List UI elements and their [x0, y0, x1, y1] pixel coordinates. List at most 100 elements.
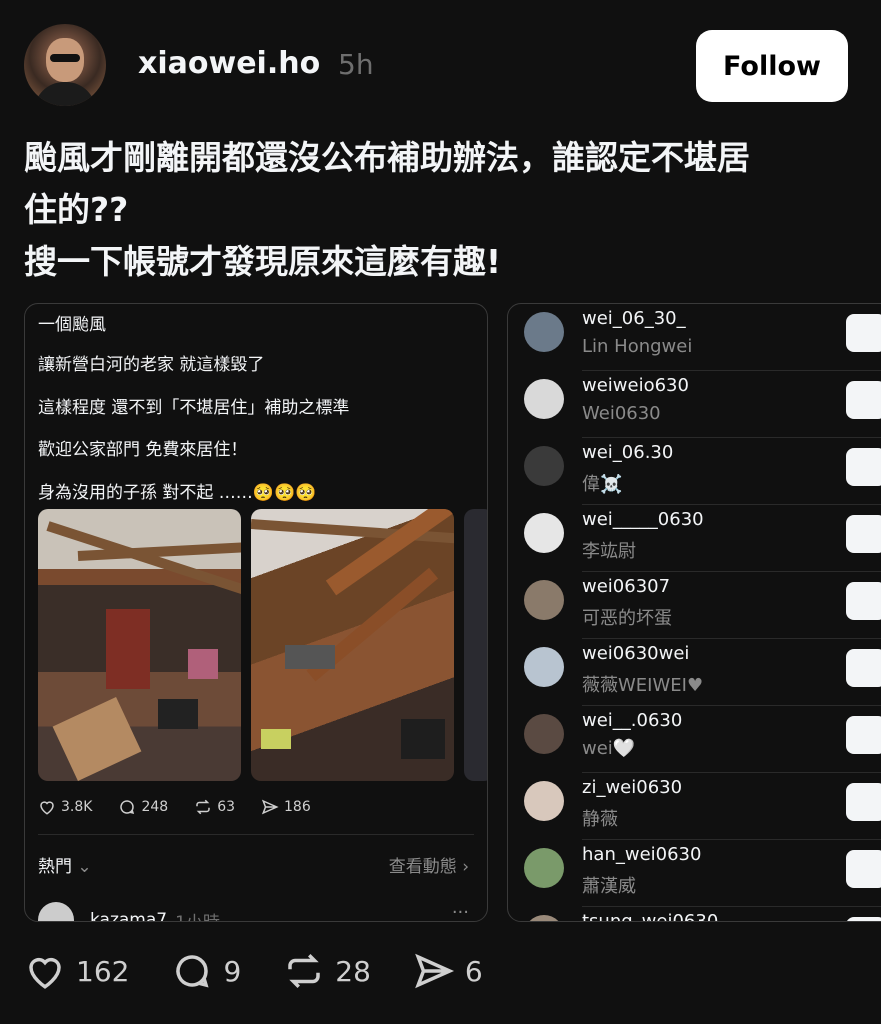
- account-avatar[interactable]: [524, 915, 564, 921]
- account-avatar[interactable]: [524, 580, 564, 620]
- damage-photo-1[interactable]: [38, 509, 241, 781]
- account-handle: wei_____0630: [582, 509, 704, 530]
- account-avatar[interactable]: [524, 513, 564, 553]
- post-line: 搜一下帳號才發現原來這麼有趣!: [24, 242, 502, 281]
- follow-button[interactable]: Follow: [696, 30, 848, 102]
- repost-count: 28: [335, 954, 371, 988]
- photo-debris: [285, 645, 335, 669]
- comment-icon: [120, 800, 135, 815]
- account-follow-button[interactable]: [846, 515, 881, 553]
- comment-button[interactable]: 9: [171, 950, 241, 992]
- photo-debris: [158, 699, 198, 729]
- embedded-post-line: 讓新營白河的老家 就這樣毀了: [38, 355, 265, 375]
- avatar-shirt: [34, 82, 96, 106]
- embedded-post-line: 歡迎公家部門 免費來居住！: [38, 440, 248, 460]
- embedded-like-button[interactable]: 3.8K: [38, 798, 92, 816]
- account-avatar[interactable]: [524, 781, 564, 821]
- account-avatar[interactable]: [524, 647, 564, 687]
- damage-photo-2[interactable]: [251, 509, 454, 781]
- post-time: 5h: [338, 48, 374, 81]
- account-follow-button[interactable]: [846, 314, 881, 352]
- account-display-name: wei🤍: [582, 738, 636, 759]
- account-avatar[interactable]: [524, 714, 564, 754]
- embedded-post-stats: 3.8K 248 63 186: [38, 798, 337, 816]
- account-follow-button[interactable]: [846, 381, 881, 419]
- embedded-comment-button[interactable]: 248: [118, 798, 168, 816]
- commenter-username: kazama7: [90, 910, 168, 922]
- divider: [38, 834, 474, 835]
- account-row[interactable]: weiweio630 Wei0630: [508, 371, 881, 438]
- account-follow-button[interactable]: [846, 448, 881, 486]
- account-follow-button[interactable]: [846, 716, 881, 754]
- account-row[interactable]: wei__.0630 wei🤍: [508, 706, 881, 773]
- account-row[interactable]: wei_06.30 偉☠️: [508, 438, 881, 505]
- sort-dropdown[interactable]: 熱門 ⌄: [38, 852, 92, 877]
- embedded-repost-button[interactable]: 63: [194, 798, 235, 816]
- account-display-name: 薇薇WEIWEI♥: [582, 675, 704, 696]
- account-avatar[interactable]: [524, 446, 564, 486]
- account-follow-button[interactable]: [846, 649, 881, 687]
- more-options-icon[interactable]: ···: [452, 902, 469, 921]
- avatar-sunglasses: [50, 54, 80, 62]
- view-activity-link[interactable]: 查看動態 ›: [389, 852, 469, 877]
- account-follow-button[interactable]: [846, 917, 881, 921]
- account-display-name: 静薇: [582, 809, 618, 830]
- embedded-post-line: 身為沒用的子孫 對不起 ……🥺🥺🥺: [38, 483, 317, 503]
- account-display-name: Lin Hongwei: [582, 336, 693, 357]
- heart-icon: [40, 801, 54, 815]
- post-line: 住的??: [24, 190, 129, 229]
- account-avatar[interactable]: [524, 848, 564, 888]
- share-count: 6: [464, 954, 483, 988]
- account-follow-button[interactable]: [846, 582, 881, 620]
- account-search-results: wei_06_30_ Lin Hongwei weiweio630 Wei0630 we…: [507, 303, 881, 922]
- account-follow-button[interactable]: [846, 850, 881, 888]
- photo-beam: [325, 509, 454, 596]
- embedded-repost-count: 63: [217, 799, 236, 815]
- account-display-name: 蕭漢威: [582, 876, 636, 897]
- account-handle: wei_06_30_: [582, 308, 686, 329]
- author-avatar[interactable]: [24, 24, 106, 106]
- account-handle: tsung_wei0630: [582, 911, 719, 922]
- photo-debris: [261, 729, 291, 749]
- post-line: 颱風才剛離開都還沒公布補助辦法，誰認定不堪居: [24, 138, 750, 177]
- damage-photo-3[interactable]: [464, 509, 487, 781]
- chevron-right-icon: ›: [462, 857, 469, 877]
- view-activity-label: 查看動態: [388, 857, 457, 877]
- account-row[interactable]: wei06307 可恶的坏蛋: [508, 572, 881, 639]
- account-handle: wei0630wei: [582, 643, 690, 664]
- account-handle: han_wei0630: [582, 844, 702, 865]
- repost-icon: [288, 954, 321, 988]
- account-row[interactable]: wei_____0630 李竑尉: [508, 505, 881, 572]
- post-actions: 162 9 28 6: [24, 950, 525, 992]
- embedded-post-line: 這樣程度 還不到「不堪居住」補助之標準: [38, 398, 350, 418]
- like-button[interactable]: 162: [24, 950, 129, 992]
- comment-preview[interactable]: kazama7 1小時: [38, 902, 220, 922]
- comment-icon: [176, 955, 210, 988]
- account-row[interactable]: wei_06_30_ Lin Hongwei: [508, 304, 881, 371]
- commenter-avatar: [38, 902, 74, 921]
- photo-debris: [401, 719, 445, 759]
- account-display-name: 可恶的坏蛋: [582, 608, 672, 629]
- repost-button[interactable]: 28: [283, 950, 371, 992]
- send-icon: [415, 953, 454, 989]
- send-icon: [261, 799, 279, 815]
- embedded-share-button[interactable]: 186: [261, 798, 311, 816]
- like-count: 162: [76, 954, 130, 988]
- embedded-like-count: 3.8K: [61, 799, 93, 815]
- share-button[interactable]: 6: [413, 950, 483, 992]
- author-username[interactable]: xiaowei.ho: [138, 46, 320, 81]
- sort-label: 熱門: [38, 857, 72, 877]
- repost-icon: [196, 799, 210, 815]
- account-row[interactable]: zi_wei0630 静薇: [508, 773, 881, 840]
- account-row[interactable]: wei0630wei 薇薇WEIWEI♥: [508, 639, 881, 706]
- comment-count: 9: [223, 954, 242, 988]
- account-row[interactable]: tsung_wei0630: [508, 907, 881, 922]
- embedded-post-card[interactable]: 一個颱風 讓新營白河的老家 就這樣毀了 這樣程度 還不到「不堪居住」補助之標準 …: [24, 303, 488, 922]
- account-display-name: Wei0630: [582, 403, 661, 424]
- account-follow-button[interactable]: [846, 783, 881, 821]
- post-header: xiaowei.ho 5h Follow: [24, 24, 848, 106]
- account-row[interactable]: han_wei0630 蕭漢威: [508, 840, 881, 907]
- account-avatar[interactable]: [524, 379, 564, 419]
- account-avatar[interactable]: [524, 312, 564, 352]
- account-display-name: 偉☠️: [582, 474, 623, 495]
